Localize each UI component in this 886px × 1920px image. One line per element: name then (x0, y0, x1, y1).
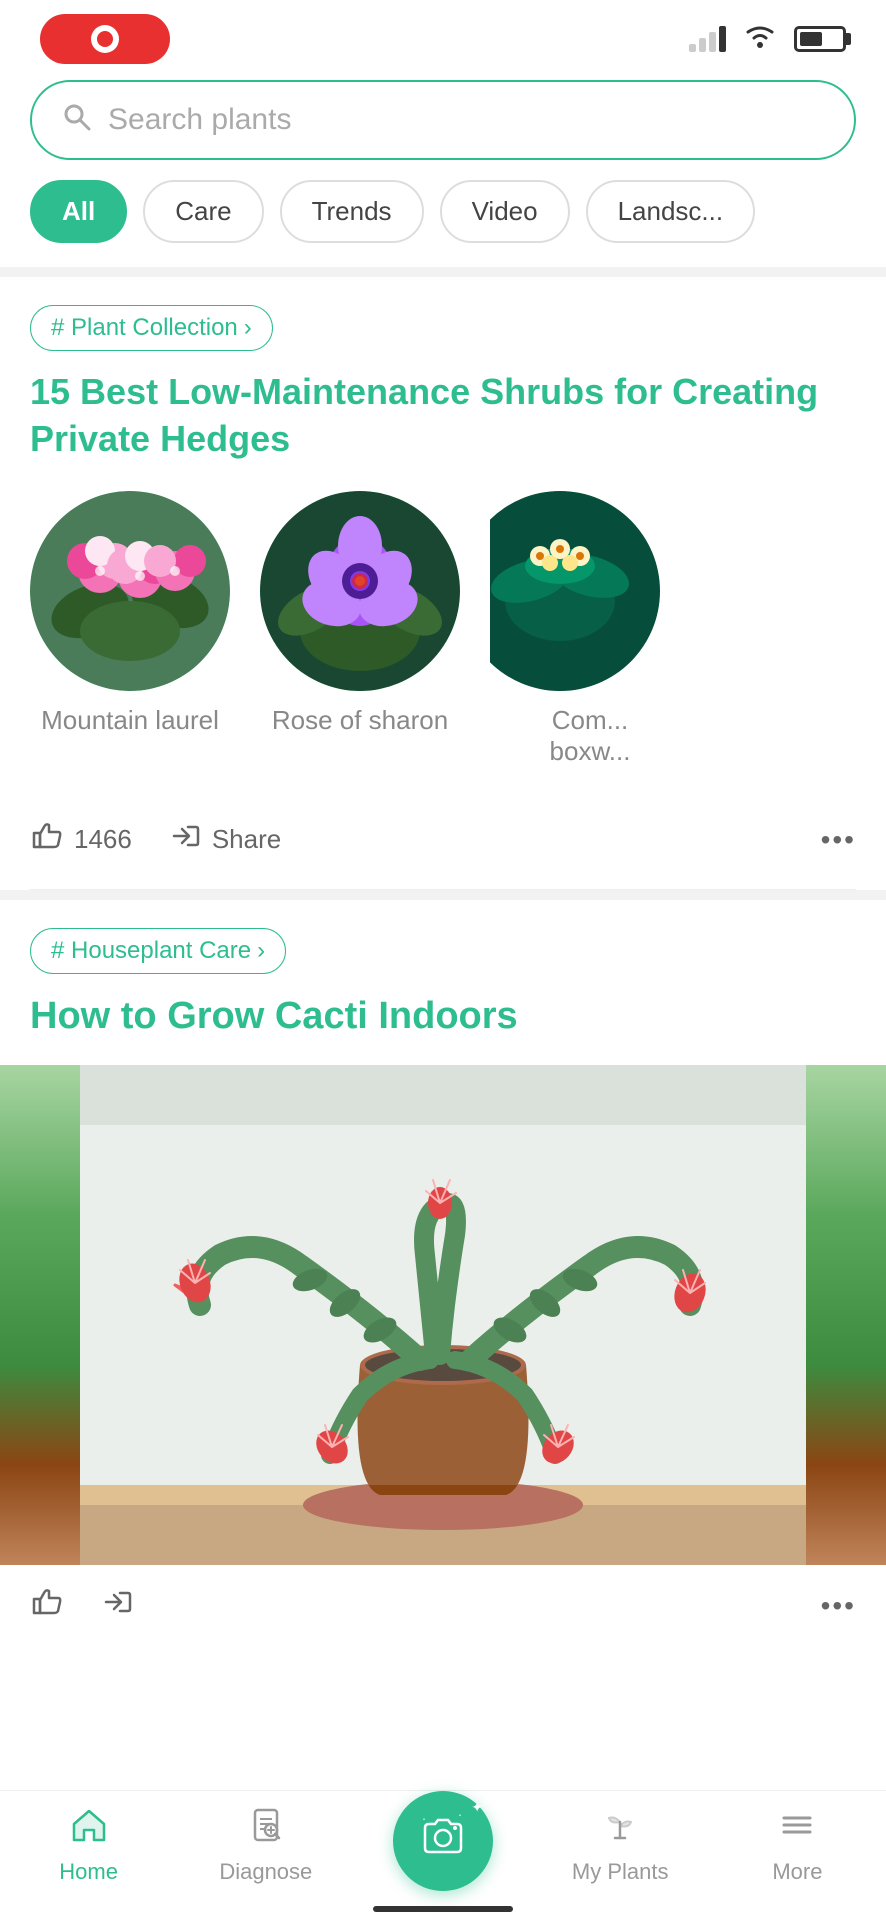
post-title-1[interactable]: 15 Best Low-Maintenance Shrubs for Creat… (30, 369, 856, 463)
status-icons (689, 22, 846, 57)
search-bar[interactable]: Search plants (30, 80, 856, 160)
wifi-icon (742, 22, 778, 57)
signal-icon (689, 26, 726, 52)
tag-chevron: › (244, 314, 252, 342)
nav-more[interactable]: More (709, 1796, 886, 1895)
share-button[interactable]: Share (168, 819, 281, 861)
plant-circles: Mountain laurel (30, 491, 856, 767)
plant-circle-2 (260, 491, 460, 691)
post-tag-2[interactable]: # Houseplant Care › (30, 928, 286, 974)
nav-camera[interactable] (354, 1791, 531, 1901)
plant-circle-1 (30, 491, 230, 691)
post-image (0, 1065, 886, 1565)
post-actions-1: 1466 Share ••• (30, 795, 856, 890)
record-dot-inner (97, 31, 113, 47)
like-icon-2 (30, 1585, 64, 1627)
tab-all[interactable]: All (30, 180, 127, 243)
tab-care[interactable]: Care (143, 180, 263, 243)
post-card-1: # Plant Collection › 15 Best Low-Mainten… (0, 277, 886, 890)
like-button[interactable]: 1466 (30, 819, 132, 861)
search-icon (62, 102, 92, 139)
record-dot (91, 25, 119, 53)
nav-home[interactable]: Home (0, 1796, 177, 1895)
nav-my-plants[interactable]: My Plants (532, 1796, 709, 1895)
post-actions-2: ••• (0, 1565, 886, 1647)
tab-landscape[interactable]: Landsc... (586, 180, 756, 243)
share-icon (168, 819, 202, 861)
tag-hash: # Plant Collection (51, 314, 238, 342)
like-count: 1466 (74, 824, 132, 855)
home-indicator (373, 1906, 513, 1912)
search-placeholder: Search plants (108, 103, 824, 137)
tag-chevron-2: › (257, 937, 265, 965)
tab-trends[interactable]: Trends (280, 180, 424, 243)
share-label: Share (212, 824, 281, 855)
filter-tabs: All Care Trends Video Landsc... (0, 180, 886, 267)
post-card-2: # Houseplant Care › How to Grow Cacti In… (0, 900, 886, 1647)
share-icon-2 (100, 1585, 134, 1627)
plant-item-2[interactable]: Rose of sharon (260, 491, 460, 767)
post-title-2[interactable]: How to Grow Cacti Indoors (0, 992, 886, 1041)
divider-1 (0, 267, 886, 277)
post-tag-1[interactable]: # Plant Collection › (30, 305, 273, 351)
like-icon (30, 819, 64, 861)
plant-circle-3 (490, 491, 660, 691)
tag-hash-2: # Houseplant Care (51, 937, 251, 965)
more-button-1[interactable]: ••• (821, 824, 856, 856)
share-button-2[interactable] (100, 1585, 134, 1627)
more-icon (778, 1806, 816, 1853)
record-indicator (40, 14, 170, 64)
plant-item-3[interactable]: Com...boxw... (490, 491, 690, 767)
bottom-nav: Home Diagnose (0, 1790, 886, 1920)
nav-more-label: More (772, 1859, 822, 1885)
plant-item-1[interactable]: Mountain laurel (30, 491, 230, 767)
status-bar (0, 0, 886, 70)
tab-video[interactable]: Video (440, 180, 570, 243)
my-plants-icon (601, 1806, 639, 1853)
like-button-2[interactable] (30, 1585, 64, 1627)
battery-icon (794, 26, 846, 52)
divider-2 (0, 890, 886, 900)
home-icon (70, 1806, 108, 1853)
diagnose-icon (247, 1806, 285, 1853)
plant-name-1: Mountain laurel (41, 705, 219, 736)
nav-my-plants-label: My Plants (572, 1859, 669, 1885)
nav-home-label: Home (59, 1859, 118, 1885)
search-container: Search plants (0, 70, 886, 180)
plant-name-2: Rose of sharon (272, 705, 448, 736)
nav-diagnose-label: Diagnose (219, 1859, 312, 1885)
nav-diagnose[interactable]: Diagnose (177, 1796, 354, 1895)
camera-icon (421, 1814, 465, 1868)
plant-name-3: Com...boxw... (550, 705, 631, 767)
more-button-2[interactable]: ••• (821, 1590, 856, 1622)
camera-button[interactable] (393, 1791, 493, 1891)
